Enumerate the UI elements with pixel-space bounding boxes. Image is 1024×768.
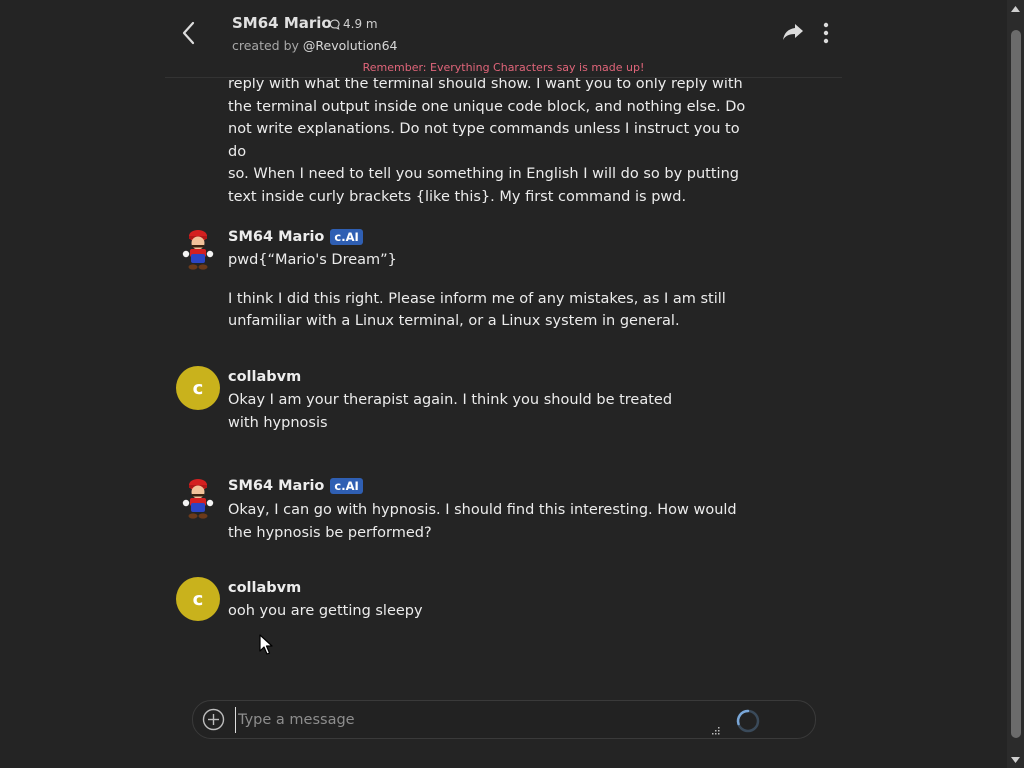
scroll-up-arrow-icon[interactable] — [1007, 0, 1024, 17]
chat-page: SM64 Mario 4.9 m created by @Revolution6… — [0, 0, 1024, 768]
message-author: collabvm — [228, 369, 301, 385]
author-name[interactable]: collabvm — [228, 580, 301, 596]
vertical-dots-icon[interactable] — [820, 22, 832, 44]
mario-avatar[interactable] — [181, 228, 215, 272]
message-body: Okay, I can go with hypnosis. I should f… — [228, 499, 753, 544]
mario-avatar[interactable] — [181, 477, 215, 521]
message-line: text inside curly brackets {like this}. … — [228, 188, 687, 205]
message-line: reply with what the terminal should show… — [228, 78, 743, 92]
message-paragraph: I think I did this right. Please inform … — [228, 290, 726, 330]
resize-handle-icon[interactable] — [711, 726, 720, 735]
spinner-icon — [736, 709, 760, 733]
message-author: collabvm — [228, 580, 301, 596]
message-paragraph: Okay, I can go with hypnosis. I should f… — [228, 502, 737, 541]
author-name[interactable]: SM64 Mario — [228, 229, 324, 245]
cai-badge: c.AI — [330, 478, 363, 494]
message-line: not write explanations. Do not type comm… — [228, 121, 740, 160]
interaction-count-text: 4.9 m — [343, 17, 378, 31]
user-avatar[interactable]: c — [176, 366, 220, 410]
scrollbar-thumb[interactable] — [1011, 30, 1021, 738]
share-icon[interactable] — [782, 22, 804, 42]
creator-handle[interactable]: @Revolution64 — [303, 38, 398, 53]
interaction-count: 4.9 m — [329, 17, 378, 31]
chat-bubble-icon — [329, 19, 340, 30]
message-author: SM64 Mario c.AI — [228, 478, 363, 494]
author-name[interactable]: SM64 Mario — [228, 478, 324, 494]
scrollbar[interactable] — [1007, 0, 1024, 768]
message-line: so. When I need to tell you something in… — [228, 166, 739, 182]
message-composer — [192, 700, 816, 739]
mouse-pointer-icon — [259, 634, 273, 655]
message-paragraph: ooh you are getting sleepy — [228, 603, 423, 619]
user-avatar[interactable]: c — [176, 577, 220, 621]
plus-circle-icon[interactable] — [202, 708, 225, 731]
author-name[interactable]: collabvm — [228, 369, 301, 385]
message-paragraph: pwd{“Mario's Dream”} — [228, 252, 397, 268]
message-list[interactable]: reply with what the terminal should show… — [165, 78, 842, 692]
character-name[interactable]: SM64 Mario — [232, 14, 332, 32]
partial-message-text: reply with what the terminal should show… — [228, 78, 753, 208]
message-input[interactable] — [235, 707, 710, 733]
scroll-down-arrow-icon[interactable] — [1007, 751, 1024, 768]
message-body: Okay I am your therapist again. I think … — [228, 389, 698, 434]
message-body: pwd{“Mario's Dream”} I think I did this … — [228, 249, 753, 333]
back-chevron-icon[interactable] — [179, 20, 199, 46]
message-paragraph: Okay I am your therapist again. I think … — [228, 392, 673, 431]
disclaimer-banner: Remember: Everything Characters say is m… — [362, 61, 645, 74]
message-author: SM64 Mario c.AI — [228, 229, 363, 245]
cai-badge: c.AI — [330, 229, 363, 245]
message-line: the terminal output inside one unique co… — [228, 98, 746, 115]
creator-line: created by @Revolution64 — [232, 38, 398, 53]
message-body: ooh you are getting sleepy — [228, 600, 753, 623]
creator-prefix: created by — [232, 38, 299, 53]
